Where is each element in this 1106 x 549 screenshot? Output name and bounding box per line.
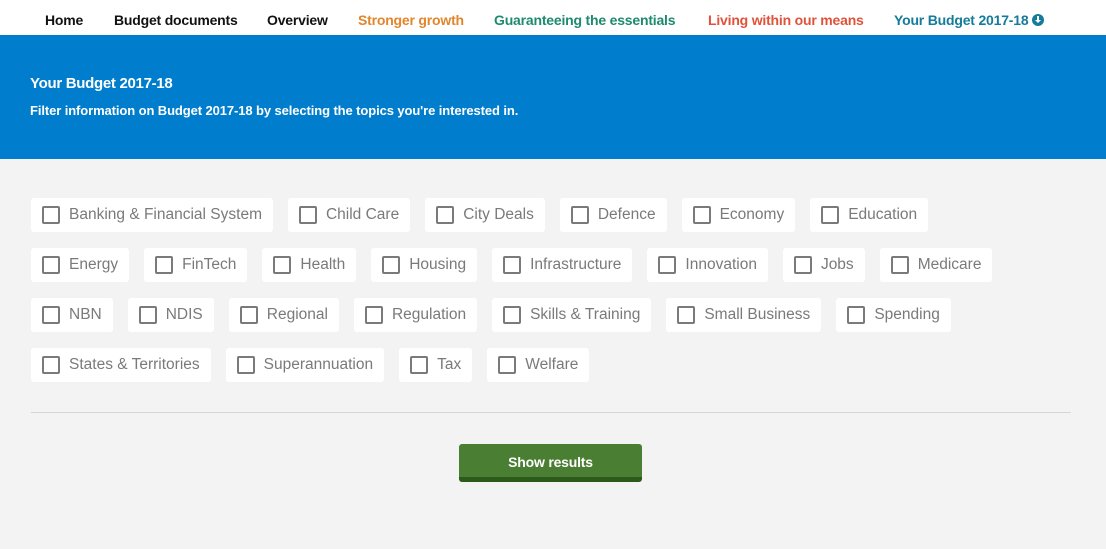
checkbox-icon[interactable]: [890, 256, 909, 274]
nav-link-your-budget[interactable]: Your Budget 2017-18: [894, 11, 1045, 29]
topic-chip-housing[interactable]: Housing: [371, 248, 478, 282]
checkbox-icon[interactable]: [503, 306, 522, 324]
topic-chip-infrastructure[interactable]: Infrastructure: [492, 248, 633, 282]
page-subtitle: Filter information on Budget 2017-18 by …: [30, 103, 519, 118]
nav-link-overview[interactable]: Overview: [267, 11, 328, 29]
topic-chip-spending[interactable]: Spending: [836, 298, 951, 332]
checkbox-icon[interactable]: [42, 306, 60, 324]
topic-chip-label: Innovation: [685, 256, 757, 273]
topic-row: NBN NDIS Regional Regulation Skills & Traini…: [31, 298, 1081, 332]
topic-chip-label: FinTech: [182, 256, 237, 273]
topic-chip-energy[interactable]: Energy: [31, 248, 130, 282]
checkbox-icon[interactable]: [298, 206, 317, 224]
download-circle-icon: [1032, 14, 1045, 26]
topic-chip-states-and-territories[interactable]: States & Territories: [31, 348, 211, 382]
checkbox-icon[interactable]: [503, 256, 522, 274]
checkbox-icon[interactable]: [793, 256, 812, 274]
topic-chip-child-care[interactable]: Child Care: [287, 198, 411, 232]
topic-chip-superannuation[interactable]: Superannuation: [225, 348, 385, 382]
topic-chip-label: Tax: [437, 356, 462, 373]
topic-chip-label: Spending: [874, 306, 940, 323]
checkbox-icon[interactable]: [138, 306, 157, 324]
topic-chip-label: NDIS: [165, 306, 203, 323]
checkbox-icon[interactable]: [42, 206, 60, 224]
topic-chip-label: Health: [300, 256, 346, 273]
topic-chip-innovation[interactable]: Innovation: [647, 248, 768, 282]
nav-link-living-within-means[interactable]: Living within our means: [708, 11, 864, 29]
checkbox-icon[interactable]: [847, 306, 866, 324]
topic-chip-tax[interactable]: Tax: [399, 348, 473, 382]
topic-row: Energy FinTech Health Housing Infrastructure…: [31, 248, 1081, 282]
checkbox-icon[interactable]: [42, 256, 60, 274]
topic-chip-label: Economy: [719, 206, 785, 223]
topic-chip-label: Welfare: [525, 356, 579, 373]
topic-chip-regional[interactable]: Regional: [228, 298, 339, 332]
topic-chip-label: Defence: [597, 206, 656, 223]
topic-chip-label: Banking & Financial System: [69, 206, 262, 223]
hero-banner: Your Budget 2017-18 Filter information o…: [0, 35, 1106, 159]
nav-link-budget-documents[interactable]: Budget documents: [114, 11, 238, 29]
topic-chip-small-business[interactable]: Small Business: [666, 298, 822, 332]
topic-chip-label: Education: [848, 206, 918, 223]
topic-row: Banking & Financial System Child Care City…: [31, 198, 1081, 232]
topic-chip-skills-and-training[interactable]: Skills & Training: [492, 298, 652, 332]
checkbox-icon[interactable]: [436, 206, 455, 224]
topic-row: States & Territories Superannuation Tax Wel…: [31, 348, 1081, 382]
topic-chip-label: NBN: [69, 306, 102, 323]
divider: [31, 412, 1071, 413]
topic-chip-label: States & Territories: [69, 356, 200, 373]
nav-link-your-budget-label: Your Budget 2017-18: [894, 12, 1029, 28]
topic-chip-label: Skills & Training: [530, 306, 641, 323]
checkbox-icon[interactable]: [677, 306, 696, 324]
top-navigation: Home Budget documents Overview Stronger …: [0, 0, 1106, 35]
checkbox-icon[interactable]: [42, 356, 60, 374]
topic-chip-label: Infrastructure: [530, 256, 622, 273]
checkbox-icon[interactable]: [364, 306, 383, 324]
show-results-button[interactable]: Show results: [459, 444, 642, 482]
topic-chip-label: Medicare: [917, 256, 982, 273]
topic-chip-economy[interactable]: Economy: [681, 198, 796, 232]
topic-chip-label: Superannuation: [263, 356, 374, 373]
topic-chip-defence[interactable]: Defence: [559, 198, 667, 232]
checkbox-icon[interactable]: [236, 356, 255, 374]
topic-chip-education[interactable]: Education: [810, 198, 929, 232]
topic-chip-label: Jobs: [820, 256, 854, 273]
checkbox-icon[interactable]: [239, 306, 258, 324]
topic-chip-label: City Deals: [463, 206, 534, 223]
topic-chip-banking-and-financial-system[interactable]: Banking & Financial System: [31, 198, 273, 232]
nav-link-stronger-growth[interactable]: Stronger growth: [358, 11, 464, 29]
checkbox-icon[interactable]: [692, 206, 711, 224]
checkbox-icon[interactable]: [273, 256, 292, 274]
topic-chip-label: Regulation: [391, 306, 467, 323]
topic-chip-welfare[interactable]: Welfare: [487, 348, 590, 382]
topic-chip-ndis[interactable]: NDIS: [127, 298, 214, 332]
topic-chip-regulation[interactable]: Regulation: [353, 298, 478, 332]
topic-filter-list: Banking & Financial System Child Care City…: [31, 198, 1081, 398]
checkbox-icon[interactable]: [821, 206, 840, 224]
topic-chip-city-deals[interactable]: City Deals: [425, 198, 545, 232]
checkbox-icon[interactable]: [382, 256, 401, 274]
topic-chip-label: Energy: [69, 256, 119, 273]
page-title: Your Budget 2017-18: [30, 75, 173, 92]
checkbox-icon[interactable]: [498, 356, 517, 374]
topic-chip-medicare[interactable]: Medicare: [879, 248, 993, 282]
topic-chip-label: Child Care: [325, 206, 400, 223]
topic-chip-nbn[interactable]: NBN: [31, 298, 113, 332]
topic-chip-health[interactable]: Health: [262, 248, 357, 282]
checkbox-icon[interactable]: [570, 206, 589, 224]
topic-chip-label: Small Business: [704, 306, 811, 323]
checkbox-icon[interactable]: [155, 256, 174, 274]
topic-chip-fintech[interactable]: FinTech: [144, 248, 248, 282]
checkbox-icon[interactable]: [410, 356, 429, 374]
topic-chip-jobs[interactable]: Jobs: [782, 248, 865, 282]
nav-link-home[interactable]: Home: [45, 11, 83, 29]
topic-chip-label: Regional: [266, 306, 328, 323]
nav-link-guaranteeing-essentials[interactable]: Guaranteeing the essentials: [494, 11, 676, 29]
checkbox-icon[interactable]: [658, 256, 677, 274]
topic-chip-label: Housing: [409, 256, 467, 273]
